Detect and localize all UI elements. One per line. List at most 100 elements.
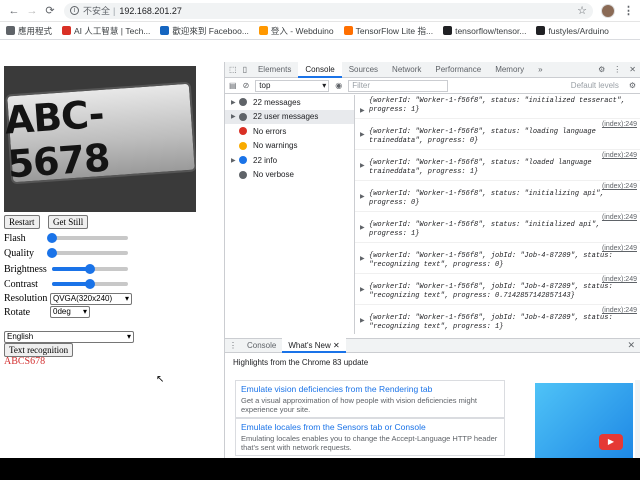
console-message[interactable]: (index):249 ▶ {workerId: "Worker-1-f56f8",…	[355, 305, 640, 334]
expand-object-icon[interactable]: ▶	[360, 255, 365, 262]
text-recognition-button[interactable]: Text recognition	[4, 343, 74, 357]
language-select[interactable]: English	[4, 331, 134, 343]
bookmark-item[interactable]: 應用程式	[6, 25, 52, 37]
flash-slider[interactable]	[47, 233, 128, 243]
tab-sources[interactable]: Sources	[342, 62, 385, 78]
drawer-menu-icon[interactable]: ⋮	[229, 341, 237, 350]
forward-icon[interactable]: →	[24, 3, 40, 19]
message-source-link[interactable]: (index):249	[369, 307, 637, 314]
sidebar-item[interactable]: No verbose	[225, 168, 354, 183]
rotate-select[interactable]: 0deg	[50, 306, 90, 318]
devtools-actions: ⚙ ⋮ ✕	[594, 65, 640, 74]
context-select[interactable]: top	[255, 79, 330, 92]
bookmark-item[interactable]: AI 人工智慧 | Tech...	[62, 25, 150, 37]
inspect-icon[interactable]: ⬚	[229, 65, 237, 74]
more-tabs-button[interactable]: »	[531, 62, 549, 78]
slider-knob[interactable]	[85, 264, 95, 274]
card-title[interactable]: Emulate locales from the Sensors tab or …	[241, 422, 499, 432]
resolution-select[interactable]: QVGA(320x240)	[50, 293, 132, 305]
levels-dropdown[interactable]: Default levels	[571, 81, 619, 90]
expand-arrow-icon[interactable]: ▶	[231, 99, 239, 106]
user-icon	[239, 112, 247, 121]
bookmark-item[interactable]: tensorflow/tensor...	[443, 26, 526, 36]
contrast-slider[interactable]	[52, 279, 128, 289]
tab-performance[interactable]: Performance	[428, 62, 488, 78]
message-source-link[interactable]: (index):249	[369, 245, 637, 252]
get-still-button[interactable]: Get Still	[48, 215, 89, 229]
quality-label: Quality	[4, 248, 34, 259]
info-icon[interactable]: i	[70, 6, 79, 15]
reload-icon[interactable]: ⟳	[42, 3, 58, 19]
expand-arrow-icon[interactable]: ▶	[231, 157, 239, 164]
message-source-link[interactable]: (index):249	[369, 152, 637, 159]
console-message[interactable]: (index):249 ▶ {workerId: "Worker-1-f56f8",…	[355, 212, 640, 243]
sidebar-item[interactable]: ▶ 22 info	[225, 153, 354, 168]
console-message[interactable]: (index):249 ▶ {workerId: "Worker-1-f56f8",…	[355, 119, 640, 150]
sidebar-toggle-icon[interactable]: ▤	[229, 81, 237, 90]
expand-arrow-icon[interactable]: ▶	[231, 113, 239, 120]
close-icon[interactable]: ✕	[629, 65, 636, 74]
slider-knob[interactable]	[85, 279, 95, 289]
menu-icon[interactable]: ⋮	[623, 4, 634, 17]
slider-knob[interactable]	[47, 248, 57, 258]
settings-icon[interactable]: ⚙	[598, 65, 605, 74]
drawer-tab-console[interactable]: Console	[241, 338, 282, 353]
sidebar-item[interactable]: ▶ 22 messages	[225, 95, 354, 110]
slider-knob[interactable]	[47, 233, 57, 243]
star-icon[interactable]: ☆	[577, 4, 587, 17]
expand-object-icon[interactable]: ▶	[360, 193, 365, 200]
whats-new-card[interactable]: Emulate locales from the Sensors tab or …	[235, 418, 505, 456]
restart-button[interactable]: Restart	[4, 215, 40, 229]
message-text: {workerId: "Worker-1-f56f8", status: "in…	[369, 221, 601, 238]
back-icon[interactable]: ←	[6, 3, 22, 19]
eye-icon[interactable]: ◉	[335, 81, 342, 90]
bookmark-item[interactable]: TensorFlow Lite 指...	[343, 25, 433, 37]
console-message[interactable]: (index):249 ▶ {workerId: "Worker-1-f56f8",…	[355, 243, 640, 274]
sidebar-item[interactable]: ▶ 22 user messages	[225, 109, 354, 124]
clear-console-icon[interactable]: ⊘	[243, 81, 250, 90]
message-source-link[interactable]: (index):249	[369, 276, 637, 283]
expand-object-icon[interactable]: ▶	[360, 162, 365, 169]
whats-new-video-thumbnail[interactable]: ▶	[535, 383, 633, 458]
whats-new-card[interactable]: Emulate vision deficiencies from the Ren…	[235, 380, 505, 418]
card-description: Get a visual approximation of how people…	[241, 396, 477, 414]
message-source-link[interactable]: (index):249	[369, 121, 637, 128]
tab-memory[interactable]: Memory	[488, 62, 531, 78]
tab-network[interactable]: Network	[385, 62, 428, 78]
play-icon[interactable]: ▶	[599, 434, 623, 450]
scrollbar[interactable]	[635, 380, 640, 458]
expand-object-icon[interactable]: ▶	[360, 131, 365, 138]
expand-object-icon[interactable]: ▶	[360, 286, 365, 293]
console-message[interactable]: (index):249 ▶ {workerId: "Worker-1-f56f8",…	[355, 274, 640, 305]
omnibox[interactable]: i 不安全 | 192.168.201.27 ☆	[64, 2, 593, 19]
bookmark-item[interactable]: 歡迎來到 Faceboo...	[160, 25, 249, 37]
drawer-tab-whats-new[interactable]: What's New ✕	[282, 338, 346, 353]
console-message[interactable]: ▶ {workerId: "Worker-1-f56f8", status: "i…	[355, 95, 640, 119]
console-message[interactable]: (index):249 ▶ {workerId: "Worker-1-f56f8",…	[355, 181, 640, 212]
tab-elements[interactable]: Elements	[251, 62, 298, 78]
url-text[interactable]: 192.168.201.27	[119, 6, 182, 16]
console-message[interactable]: (index):249 ▶ {workerId: "Worker-1-f56f8",…	[355, 150, 640, 181]
sidebar-item[interactable]: No errors	[225, 124, 354, 139]
card-description: Emulating locales enables you to change …	[241, 434, 498, 452]
sidebar-item-label: No verbose	[253, 170, 294, 180]
close-drawer-icon[interactable]: ✕	[627, 340, 635, 351]
card-title[interactable]: Emulate vision deficiencies from the Ren…	[241, 384, 499, 394]
message-source-link[interactable]: (index):249	[369, 183, 637, 190]
sidebar-item[interactable]: No warnings	[225, 139, 354, 154]
expand-object-icon[interactable]: ▶	[360, 317, 365, 324]
quality-slider[interactable]	[47, 248, 128, 258]
expand-object-icon[interactable]: ▶	[360, 224, 365, 231]
console-settings-icon[interactable]: ⚙	[629, 81, 636, 90]
bookmark-item[interactable]: fustyles/Arduino	[536, 26, 609, 36]
device-toggle-icon[interactable]: ▯	[243, 65, 247, 74]
avatar[interactable]	[601, 3, 615, 18]
tab-console[interactable]: Console	[298, 61, 342, 78]
expand-object-icon[interactable]: ▶	[360, 107, 365, 114]
message-source-link[interactable]: (index):249	[369, 214, 637, 221]
filter-input[interactable]: Filter	[348, 79, 449, 92]
brightness-slider[interactable]	[52, 264, 128, 274]
bookmark-item[interactable]: 登入 - Webduino	[258, 25, 334, 37]
kebab-menu-icon[interactable]: ⋮	[613, 65, 621, 74]
bookmark-label: AI 人工智慧 | Tech...	[74, 25, 151, 36]
